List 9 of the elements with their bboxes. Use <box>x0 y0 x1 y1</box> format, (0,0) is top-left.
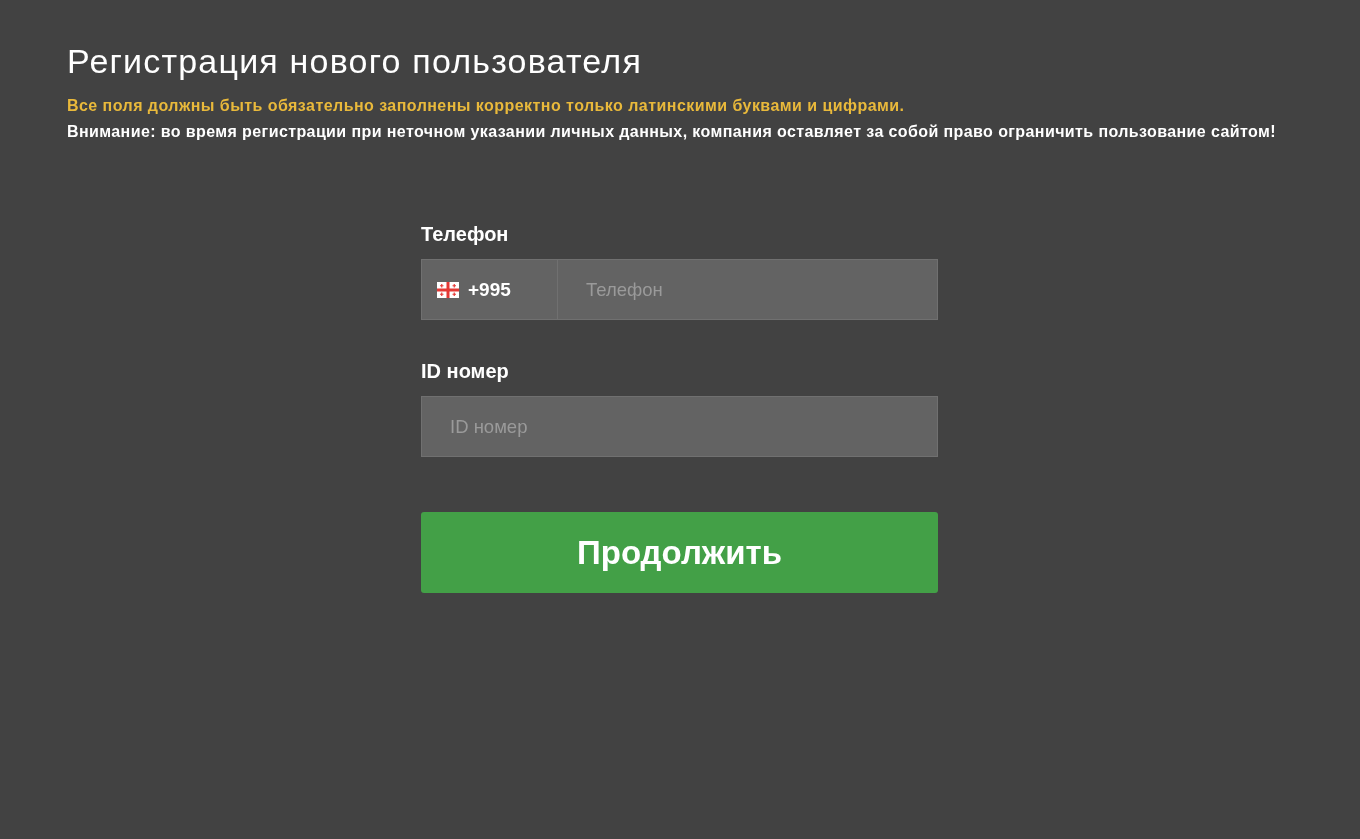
field-label: Телефон <box>421 223 509 245</box>
country-code-selector[interactable]: +995 <box>422 260 558 319</box>
warning-text: Внимание: во время регистрации при неточном указании личных данных, компания оставляет за собой право ограничить пользование сайтом! <box>67 122 1276 141</box>
page-title: Регистрация нового пользователя <box>67 41 642 82</box>
flag-icon <box>437 281 459 298</box>
continue-button[interactable]: Продолжить <box>421 512 938 593</box>
notice-text: Все поля должны быть обязательно заполнены корректно только латинскими буквами и цифрами. <box>67 96 905 115</box>
field-label: ID номер <box>421 360 509 382</box>
country-code: +995 <box>468 278 511 301</box>
